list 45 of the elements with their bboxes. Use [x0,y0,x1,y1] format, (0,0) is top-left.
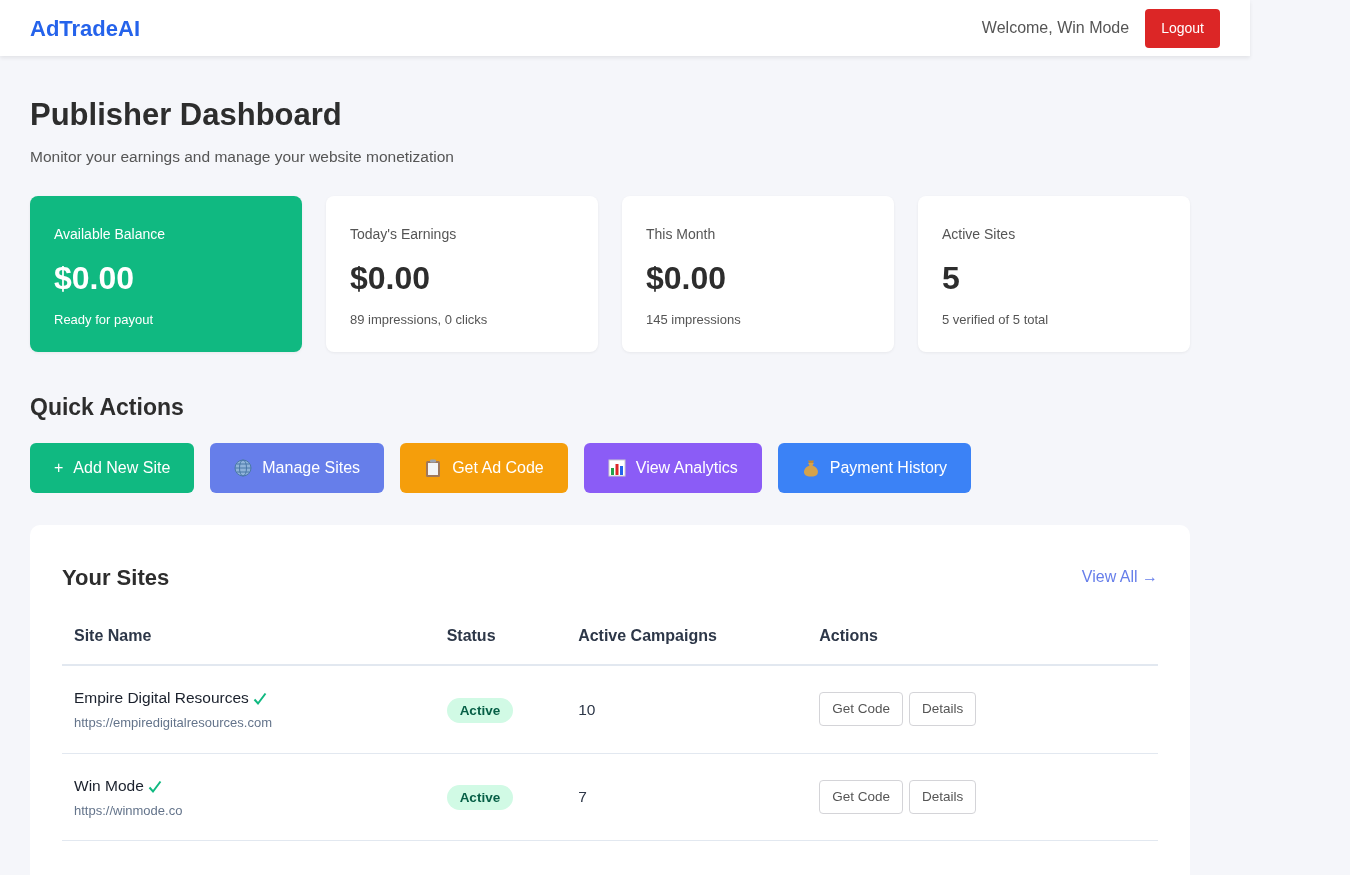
status-badge: Active [446,785,514,811]
site-name: Win Mode [74,776,144,794]
column-header: Actions [807,623,1158,665]
stat-value: $0.00 [646,259,728,298]
stat-note: Ready for payout [54,310,154,329]
column-header: Active Campaigns [566,623,808,665]
stat-label: Available Balance [54,225,167,245]
campaign-count: 7 [566,753,808,841]
stat-label: Active Sites [942,225,1017,245]
site-url: https://empiredigitalresources.com [74,714,273,733]
stat-note: 145 impressions [646,310,742,329]
campaign-count: 10 [566,664,808,754]
action-button[interactable]: Details [909,692,977,727]
quick-action-button[interactable]: Payment History [777,442,972,493]
plus-icon: + [54,455,64,480]
globe-icon [234,458,253,477]
clipboard-icon [424,458,443,477]
stat-label: Today's Earnings [350,225,458,245]
column-header: Status [434,623,567,665]
stat-note: 89 impressions, 0 clicks [350,310,489,329]
status-badge: Active [446,697,514,723]
section-title: Quick Actions [30,393,185,423]
bar-chart-icon [607,458,626,477]
money-bag-icon [801,458,820,477]
logo[interactable]: AdTradeAI [30,11,141,45]
page-subtitle: Monitor your earnings and manage your website monetization [30,147,455,168]
quick-action-button[interactable]: View Analytics [583,442,762,493]
action-button[interactable]: Get Code [819,779,904,815]
page-title: Publisher Dashboard [30,96,343,134]
stat-value: $0.00 [54,259,136,298]
quick-action-button[interactable]: Manage Sites [210,442,385,493]
card-title: Your Sites [62,563,170,592]
stat-value: $0.00 [350,259,432,298]
quick-action-button[interactable]: + Add New Site [30,442,195,493]
action-button[interactable]: Get Code [819,692,904,727]
stat-label: This Month [646,225,717,245]
site-name: Empire Digital Resources [74,688,249,706]
column-header: Site Name [62,623,435,665]
stat-value: 5 [942,259,961,298]
view-all-link[interactable]: View All → [1081,565,1158,590]
logout-button[interactable]: Logout [1145,8,1220,48]
site-url: https://winmode.co [74,801,184,820]
action-button[interactable]: Details [909,779,977,815]
welcome-text: Welcome, Win Mode [981,18,1130,38]
stat-note: 5 verified of 5 total [942,310,1050,329]
